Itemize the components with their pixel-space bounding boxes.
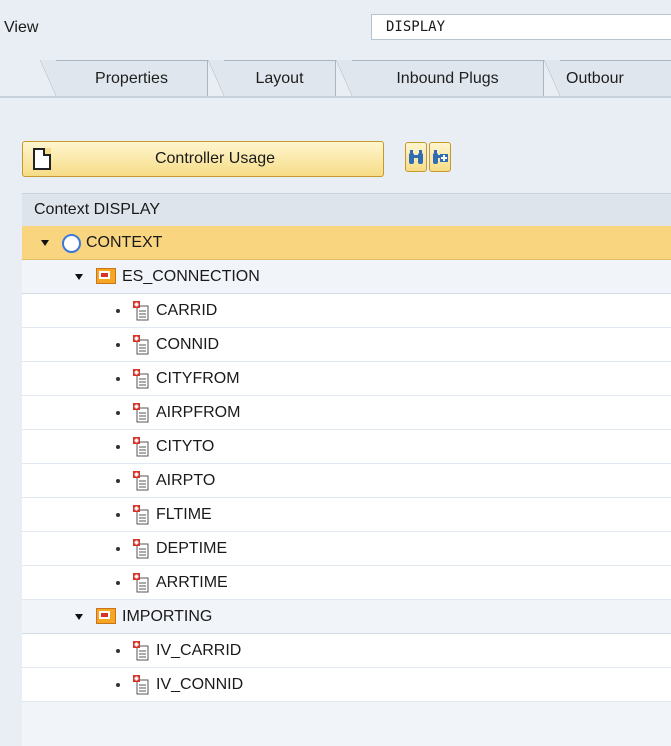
view-row: View DISPLAY [0, 14, 671, 40]
bullet-icon [116, 479, 120, 483]
tab-strip: Properties Layout Inbound Plugs Outbour [0, 58, 671, 98]
binoculars-plus-icon [433, 150, 448, 164]
toolbar: Controller Usage [0, 140, 671, 180]
tree-row-attribute[interactable]: CITYTO [22, 430, 671, 464]
node-icon [96, 268, 116, 284]
attribute-icon [133, 471, 149, 491]
tab-layout[interactable]: Layout [208, 60, 336, 96]
attribute-icon [133, 301, 149, 321]
attribute-icon [133, 403, 149, 423]
tab-properties[interactable]: Properties [40, 60, 208, 96]
tab-outbound-plugs[interactable]: Outbour [544, 60, 671, 96]
bullet-icon [116, 581, 120, 585]
expand-arrow-icon[interactable] [41, 240, 49, 246]
tree-row-attribute[interactable]: IV_CONNID [22, 668, 671, 702]
find-next-button[interactable] [429, 142, 451, 172]
attribute-icon [133, 539, 149, 559]
view-label: View [4, 19, 39, 36]
tree-label: CONNID [156, 336, 220, 353]
tree-row-attribute[interactable]: AIRPTO [22, 464, 671, 498]
expand-arrow-icon[interactable] [75, 274, 83, 280]
context-panel-header: Context DISPLAY [22, 193, 671, 226]
tab-inbound-plugs[interactable]: Inbound Plugs [336, 60, 544, 96]
attribute-icon [133, 505, 149, 525]
tree-row-node[interactable]: IMPORTING [22, 600, 671, 634]
tree-row-attribute[interactable]: CONNID [22, 328, 671, 362]
tree-label: ES_CONNECTION [122, 268, 260, 285]
binoculars-icon [409, 150, 423, 164]
context-tree: CONTEXT ES_CONNECTION CARRID CONNID CITY… [22, 226, 671, 746]
bullet-icon [116, 377, 120, 381]
context-node-icon [62, 234, 81, 253]
bullet-icon [116, 649, 120, 653]
attribute-icon [133, 437, 149, 457]
bullet-icon [116, 683, 120, 687]
tree-row-attribute[interactable]: AIRPFROM [22, 396, 671, 430]
controller-usage-label: Controller Usage [154, 150, 276, 167]
tree-label: IMPORTING [122, 608, 213, 625]
bullet-icon [116, 309, 120, 313]
tree-row-attribute[interactable]: CITYFROM [22, 362, 671, 396]
tab-baseline [0, 96, 671, 98]
tree-row-attribute[interactable]: DEPTIME [22, 532, 671, 566]
tree-label: AIRPTO [156, 472, 216, 489]
view-name-field[interactable]: DISPLAY [371, 14, 671, 40]
tree-label: FLTIME [156, 506, 212, 523]
tree-label: AIRPFROM [156, 404, 241, 421]
controller-usage-button[interactable]: Controller Usage [22, 141, 384, 177]
bullet-icon [116, 547, 120, 551]
attribute-icon [133, 369, 149, 389]
attribute-icon [133, 641, 149, 661]
node-icon [96, 608, 116, 624]
tree-label: CITYFROM [156, 370, 240, 387]
tree-row-attribute[interactable]: FLTIME [22, 498, 671, 532]
tree-row-attribute[interactable]: CARRID [22, 294, 671, 328]
bullet-icon [116, 445, 120, 449]
find-button[interactable] [405, 142, 427, 172]
bullet-icon [116, 513, 120, 517]
tree-label: IV_CARRID [156, 642, 242, 659]
attribute-icon [133, 335, 149, 355]
tree-label: CITYTO [156, 438, 215, 455]
attribute-icon [133, 675, 149, 695]
tree-label: DEPTIME [156, 540, 228, 557]
expand-arrow-icon[interactable] [75, 614, 83, 620]
tree-label: IV_CONNID [156, 676, 244, 693]
tree-row-attribute[interactable]: ARRTIME [22, 566, 671, 600]
tree-row-attribute[interactable]: IV_CARRID [22, 634, 671, 668]
bullet-icon [116, 411, 120, 415]
tree-label: CONTEXT [86, 234, 163, 251]
attribute-icon [133, 573, 149, 593]
tree-row-context[interactable]: CONTEXT [22, 226, 671, 260]
tree-empty-area [22, 702, 671, 746]
tree-label: ARRTIME [156, 574, 228, 591]
tree-row-node[interactable]: ES_CONNECTION [22, 260, 671, 294]
bullet-icon [116, 343, 120, 347]
tree-label: CARRID [156, 302, 218, 319]
